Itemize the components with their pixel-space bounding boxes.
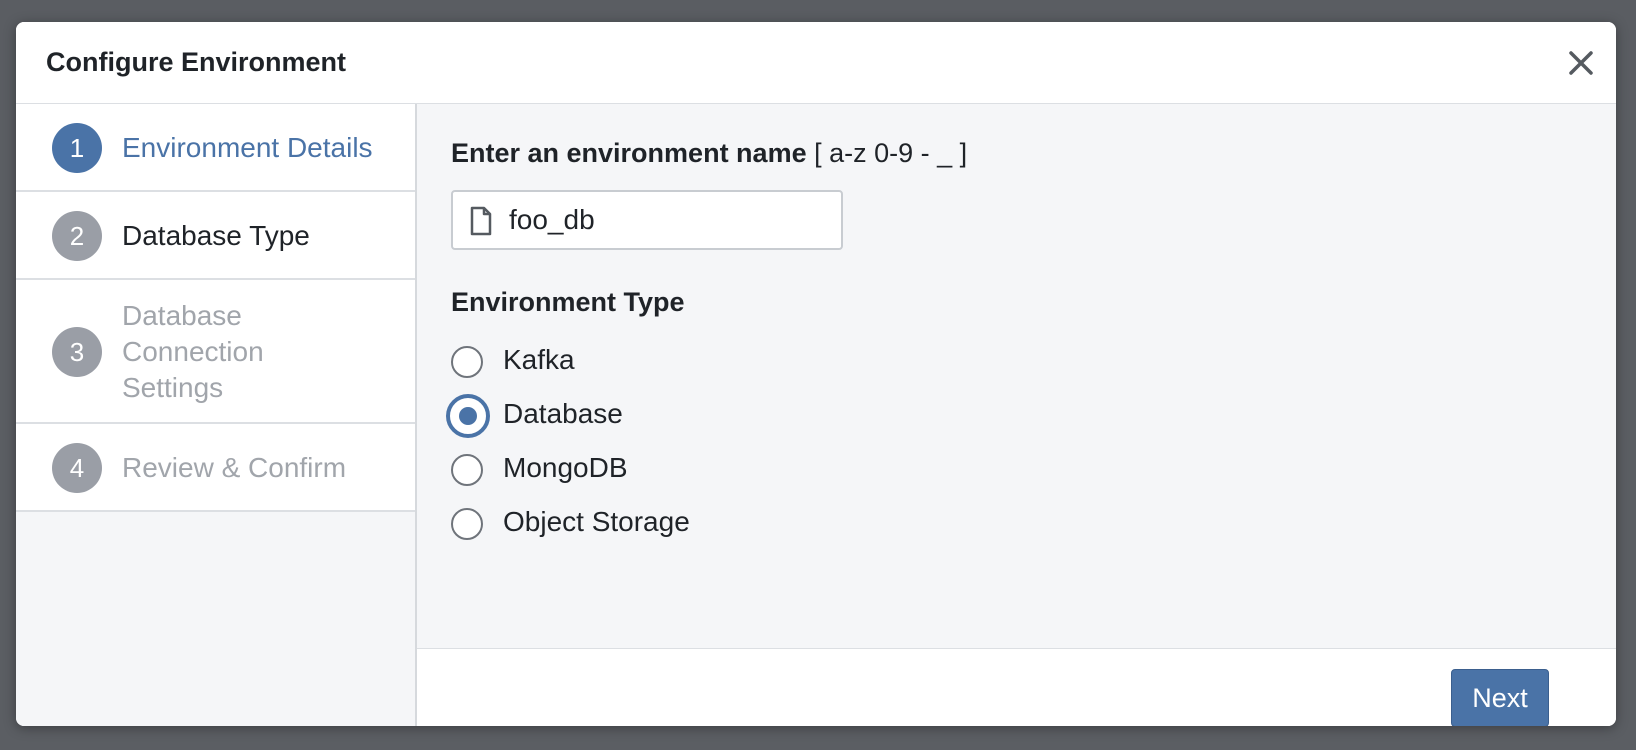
step-database-connection-settings: 3 Database Connection Settings: [16, 280, 415, 424]
radio-button[interactable]: [451, 346, 483, 378]
radio-button[interactable]: [451, 454, 483, 486]
radio-button[interactable]: [451, 508, 483, 540]
modal-title: Configure Environment: [46, 47, 347, 77]
radio-option-database[interactable]: Database: [446, 394, 851, 438]
close-icon: [1569, 51, 1593, 75]
modal-footer: Next: [417, 649, 1616, 726]
environment-name-hint: [ a-z 0-9 - _ ]: [814, 138, 968, 168]
step-label: Environment Details: [122, 132, 373, 163]
step-label: Database Connection Settings: [122, 300, 264, 403]
radio-label: Kafka: [503, 344, 575, 375]
step-label: Review & Confirm: [122, 452, 347, 483]
step-number-badge: 2: [52, 211, 102, 261]
step-content-panel: Enter an environment name [ a-z 0-9 - _ …: [417, 104, 1616, 649]
step-number-badge: 3: [52, 327, 102, 377]
radio-option-object-storage[interactable]: Object Storage: [451, 504, 851, 544]
environment-name-label-text: Enter an environment name: [451, 138, 807, 168]
radio-option-kafka[interactable]: Kafka: [451, 342, 851, 382]
step-number-badge: 1: [52, 123, 102, 173]
next-button[interactable]: Next: [1451, 669, 1549, 726]
step-review-confirm: 4 Review & Confirm: [16, 424, 415, 512]
radio-option-mongodb[interactable]: MongoDB: [451, 450, 851, 490]
close-button[interactable]: [1564, 46, 1598, 80]
modal-header: Configure Environment: [16, 22, 1616, 104]
environment-name-input[interactable]: [509, 200, 829, 240]
file-icon: [470, 206, 492, 236]
environment-name-label: Enter an environment name [ a-z 0-9 - _ …: [451, 138, 967, 169]
radio-label: Database: [503, 398, 623, 429]
radio-button-checked[interactable]: [446, 394, 490, 438]
step-number-badge: 4: [52, 443, 102, 493]
step-label: Database Type: [122, 220, 310, 251]
radio-label: MongoDB: [503, 452, 628, 483]
environment-type-title: Environment Type: [451, 287, 685, 317]
step-environment-details[interactable]: 1 Environment Details: [16, 104, 415, 192]
environment-name-field: [451, 190, 843, 250]
radio-label: Object Storage: [503, 506, 690, 537]
configure-environment-modal: Configure Environment 1 Environment Deta…: [16, 22, 1616, 726]
step-database-type[interactable]: 2 Database Type: [16, 192, 415, 280]
wizard-steps-sidebar: 1 Environment Details 2 Database Type 3 …: [16, 104, 417, 726]
